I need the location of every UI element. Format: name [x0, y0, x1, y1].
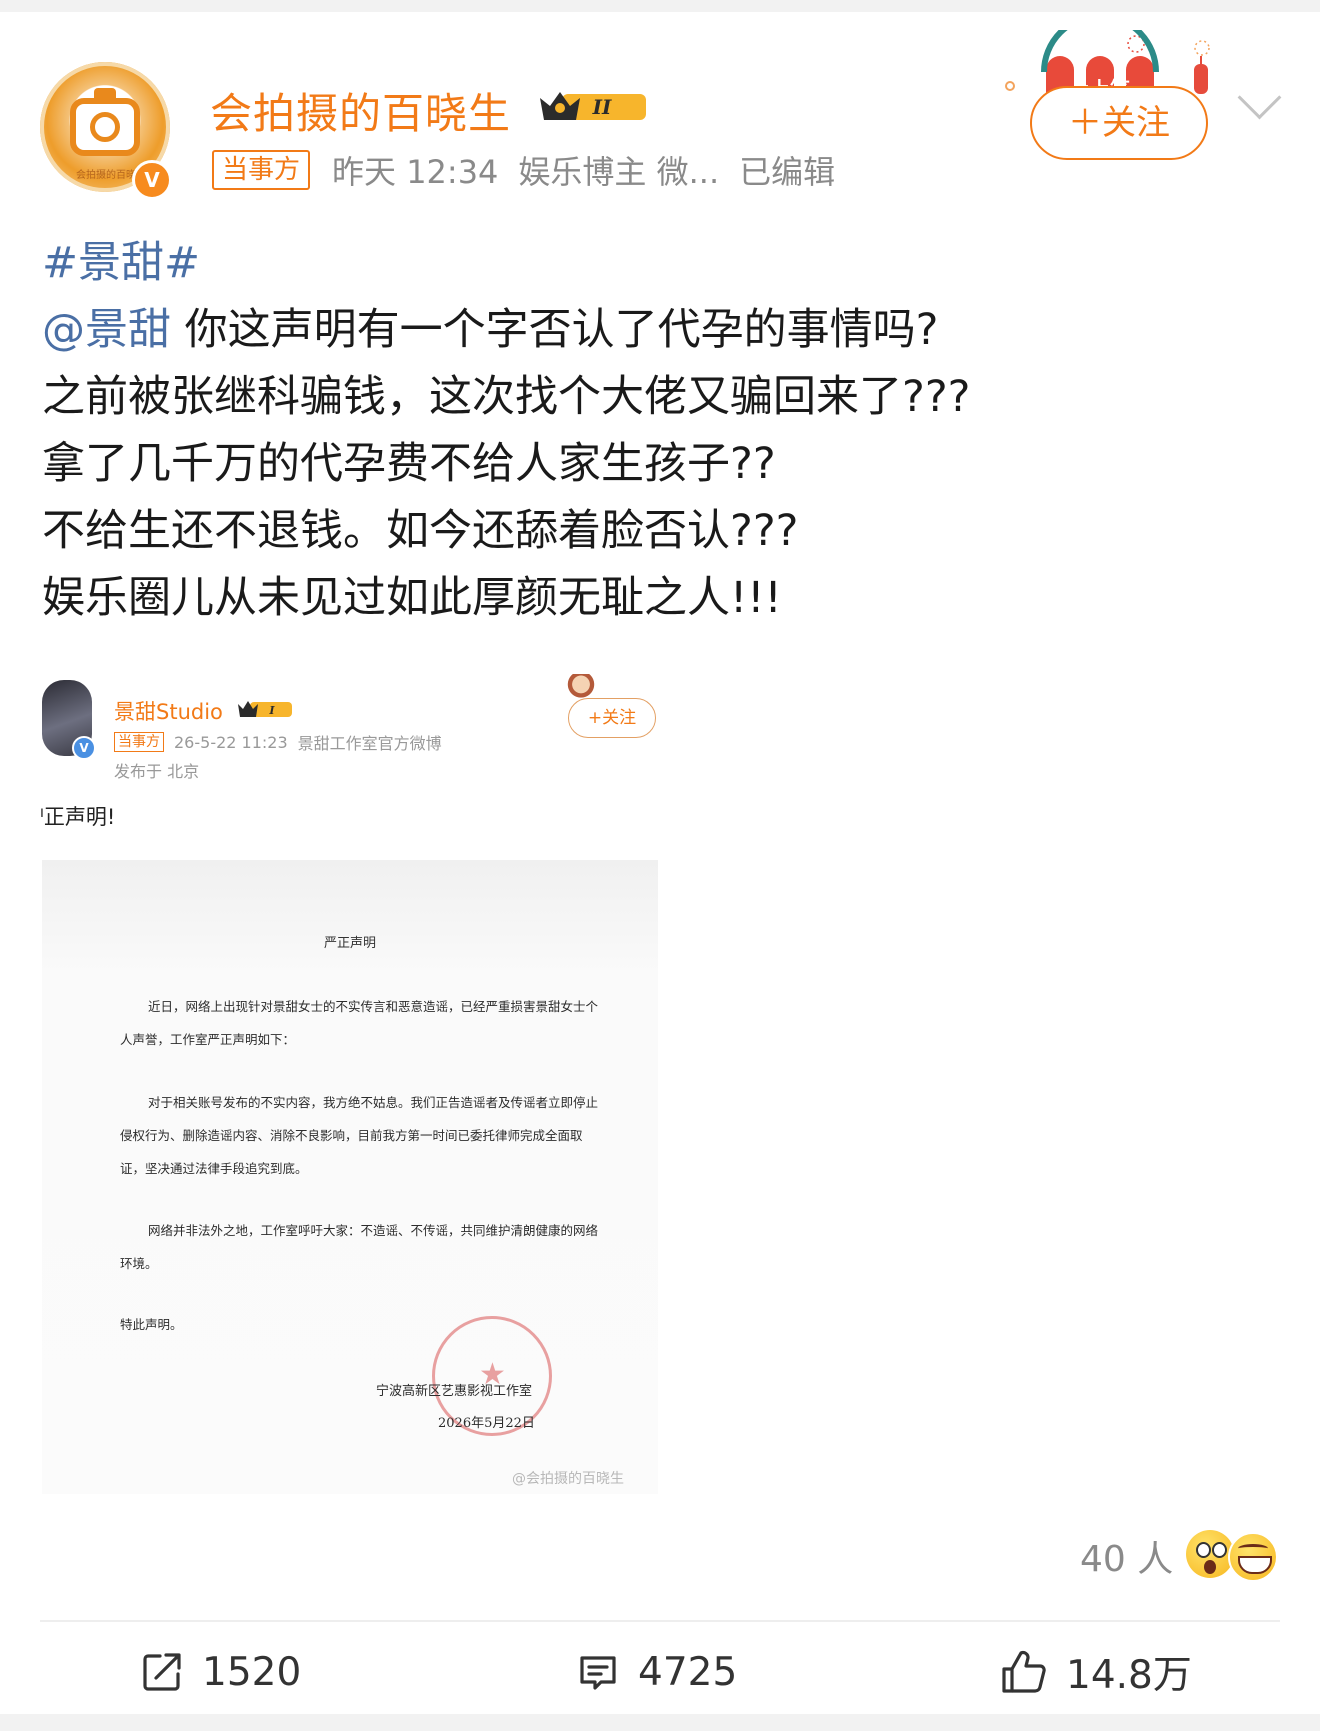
- comment-count: 4725: [638, 1649, 738, 1695]
- repost-icon: [143, 1653, 181, 1691]
- divider: [40, 1620, 1280, 1622]
- post-line: 娱乐圈儿从未见过如此厚颜无耻之人!!!: [42, 573, 782, 623]
- author-category: 娱乐博主 微...: [518, 153, 720, 191]
- camera-icon: [70, 88, 140, 156]
- post-line: 拿了几千万的代孕费不给人家生孩子??: [42, 439, 776, 489]
- party-tag: 当事方: [212, 150, 311, 190]
- repost-button[interactable]: 1520: [140, 1644, 301, 1700]
- grin-emoji-icon[interactable]: [1228, 1532, 1278, 1582]
- image-watermark: @会拍摄的百晓生: [512, 1471, 624, 1487]
- embedded-location: 发布于 北京: [114, 762, 200, 781]
- member-crown-icon[interactable]: II: [536, 86, 648, 126]
- embedded-follow-button[interactable]: +关注: [568, 698, 656, 738]
- embedded-post-text: ᴵ正声明!: [40, 805, 116, 829]
- mascot-icon: [566, 674, 596, 700]
- thumbs-up-icon: [1002, 1650, 1046, 1693]
- verified-badge: V: [132, 160, 172, 200]
- statement-image[interactable]: 严正声明 近日，网络上出现针对景甜女士的不实传言和恶意造谣，已经严重损害景甜女士…: [42, 860, 658, 1494]
- embedded-level-text: I: [268, 704, 275, 717]
- repost-count: 1520: [202, 1649, 302, 1695]
- statement-paragraph: 网络并非法外之地，工作室呼吁大家：不造谣、不传谣，共同维护清朗健康的网络环境。: [120, 1223, 599, 1271]
- level-badge-text: II: [592, 95, 612, 119]
- comment-button[interactable]: 4725: [576, 1644, 737, 1700]
- reaction-count[interactable]: 40 人: [1080, 1530, 1173, 1582]
- statement-date: 2026年5月22日: [438, 1416, 535, 1431]
- mention-link[interactable]: @景甜: [42, 305, 171, 355]
- post-line: 之前被张继科骗钱，这次找个大佬又骗回来了???: [42, 372, 971, 422]
- weibo-post-card: 会拍摄的百晓 V 会拍摄的百晓生 II 当事方 昨天 12:34 娱乐博主 微.…: [0, 12, 1320, 1714]
- hashtag-link[interactable]: #景甜#: [42, 238, 200, 288]
- author-name[interactable]: 会拍摄的百晓生: [210, 80, 511, 141]
- embedded-party-tag: 当事方: [114, 732, 164, 752]
- post-line: 不给生还不退钱。如今还舔着脸否认???: [42, 506, 799, 556]
- embedded-author-name[interactable]: 景甜Studio: [114, 696, 223, 726]
- statement-org: 宁波高新区艺惠影视工作室: [376, 1384, 533, 1399]
- statement-title: 严正声明: [323, 936, 376, 951]
- edited-label: 已编辑: [739, 153, 836, 191]
- follow-button[interactable]: ＋关注: [1030, 86, 1208, 160]
- chevron-down-icon[interactable]: [1237, 75, 1282, 120]
- post-content: #景甜# @景甜 你这声明有一个字否认了代孕的事情吗? 之前被张继科骗钱，这次找…: [42, 232, 1282, 634]
- comment-icon: [580, 1656, 616, 1690]
- post-line: 你这声明有一个字否认了代孕的事情吗?: [171, 305, 939, 355]
- like-button[interactable]: 14.8万: [1000, 1644, 1192, 1700]
- embedded-time: 26-5-22 11:23: [174, 732, 288, 752]
- statement-paragraph: 对于相关账号发布的不实内容，我方绝不姑息。我们正告造谣者及传谣者立即停止侵权行为…: [120, 1095, 599, 1176]
- embedded-crown-icon: I: [238, 701, 292, 717]
- embedded-source: 景甜工作室官方微博: [297, 734, 442, 753]
- statement-paragraph: 近日，网络上出现针对景甜女士的不实传言和恶意造谣，已经严重损害景甜女士个人声誉，…: [120, 999, 599, 1047]
- post-meta: 当事方 昨天 12:34 娱乐博主 微... 已编辑: [212, 148, 855, 192]
- embedded-verified-badge: V: [72, 736, 96, 760]
- post-time: 昨天 12:34: [332, 153, 499, 191]
- embedded-meta: 当事方 26-5-22 11:23 景甜工作室官方微博: [114, 730, 452, 754]
- like-count: 14.8万: [1066, 1653, 1192, 1698]
- surprised-emoji-icon[interactable]: [1186, 1530, 1234, 1578]
- statement-closing: 特此声明。: [120, 1317, 183, 1332]
